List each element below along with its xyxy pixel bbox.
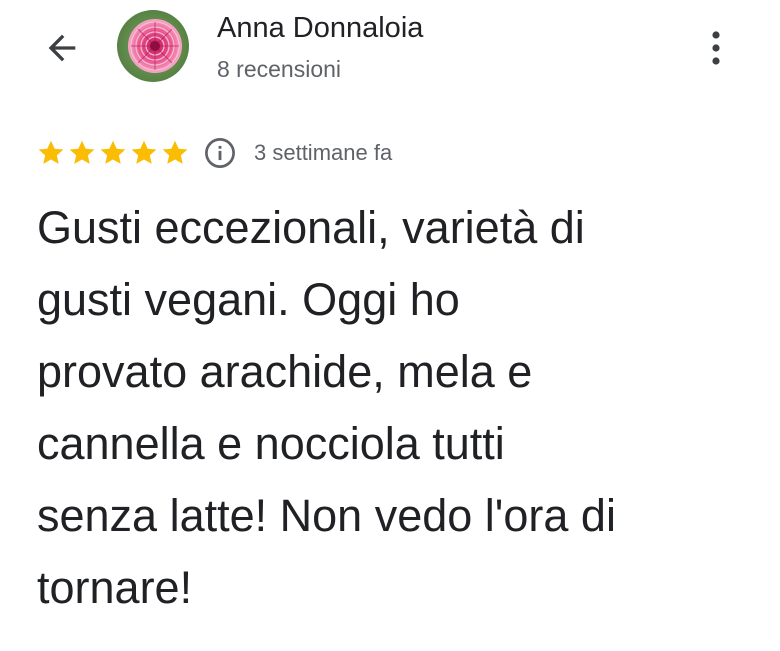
star-icon [100, 140, 126, 164]
review-meta: 3 settimane fa [36, 133, 392, 173]
info-icon [205, 138, 235, 168]
star-icon [38, 140, 64, 164]
back-button[interactable] [38, 24, 86, 72]
author-name[interactable]: Anna Donnaloia [217, 12, 423, 45]
review-date: 3 settimane fa [254, 140, 393, 165]
arrow-back-icon [48, 34, 76, 62]
dahlia-flower-avatar [117, 10, 189, 82]
more-vert-icon [712, 31, 720, 65]
info-button[interactable] [202, 135, 238, 171]
review-text: Gusti eccezionali, varietà di gusti vega… [37, 202, 616, 613]
more-options-button[interactable] [694, 24, 738, 72]
review-count: 8 recensioni [217, 56, 342, 82]
avatar[interactable] [117, 10, 189, 82]
review-header: Anna Donnaloia 8 recensioni [0, 0, 780, 100]
star-rating [36, 138, 190, 168]
star-icon [69, 140, 95, 164]
star-icon [162, 140, 188, 164]
star-icon [131, 140, 157, 164]
